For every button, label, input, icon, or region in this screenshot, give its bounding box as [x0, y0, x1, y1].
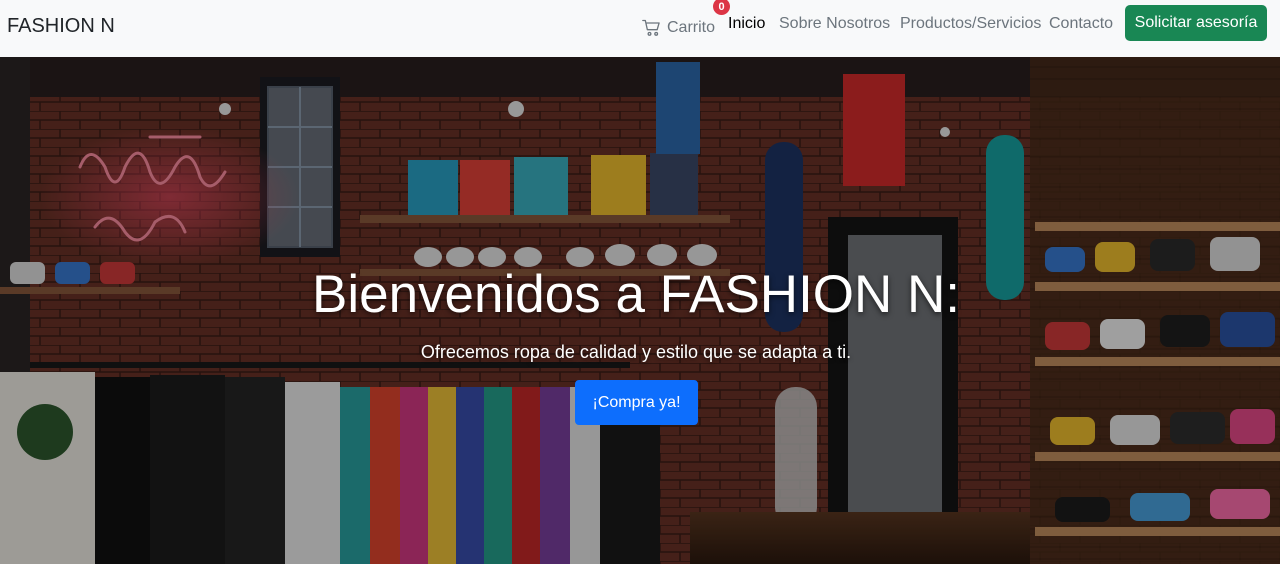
nav-link-productos-servicios[interactable]: Productos/Servicios: [900, 14, 1041, 34]
cart-label: Carrito: [667, 19, 716, 36]
brand-logo[interactable]: FASHION N: [7, 14, 115, 38]
hero-section: Bienvenidos a FASHION N: Ofrecemos ropa …: [0, 57, 1280, 564]
navbar: FASHION N Carrito 0 Inicio Sobre Nosotro…: [0, 0, 1280, 57]
hero-title: Bienvenidos a FASHION N:: [311, 265, 961, 324]
nav-link-inicio[interactable]: Inicio: [728, 14, 765, 34]
buy-now-button[interactable]: ¡Compra ya!: [575, 380, 698, 425]
cart-link[interactable]: Carrito 0: [642, 0, 730, 39]
request-advice-button[interactable]: Solicitar asesoría: [1125, 5, 1267, 41]
nav-link-contacto[interactable]: Contacto: [1049, 14, 1113, 34]
cart-icon: [642, 19, 660, 36]
hero-subtitle: Ofrecemos ropa de calidad y estilo que s…: [420, 342, 852, 362]
cart-count-badge: 0: [713, 0, 730, 15]
nav-link-sobre-nosotros[interactable]: Sobre Nosotros: [779, 14, 890, 34]
